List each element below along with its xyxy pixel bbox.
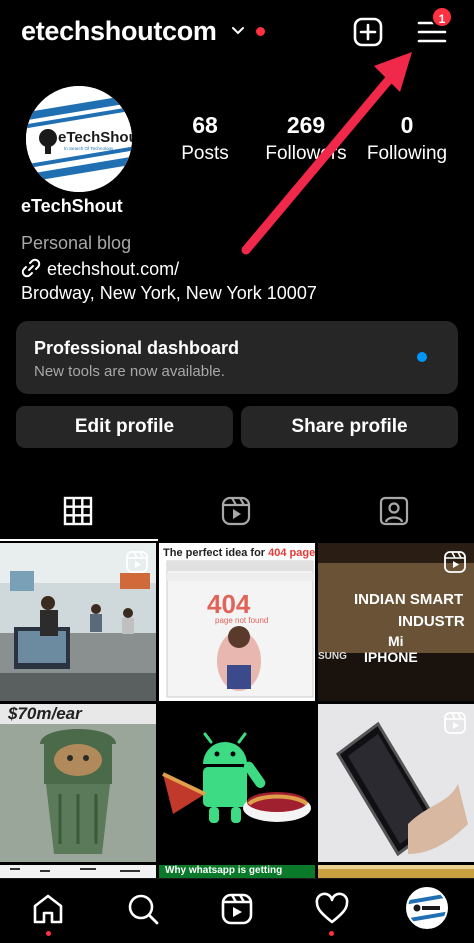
post-text-line5: SUNG (318, 651, 347, 662)
etechshout-logo: eTechShout In Search Of Technology (26, 86, 132, 192)
profile-link-text: etechshout.com/ (47, 259, 180, 279)
post-overlay-text: $70m/ear (8, 704, 82, 723)
reel-badge-icon (126, 551, 148, 573)
bottom-navigation (0, 878, 474, 943)
account-notification-dot (256, 27, 265, 36)
post-text-line2: INDUSTR (398, 613, 465, 630)
chevron-down-icon[interactable] (231, 24, 245, 38)
post-thumbnail[interactable] (0, 865, 156, 878)
post-thumbnail[interactable] (159, 704, 315, 862)
android-pie-graphic (159, 704, 315, 862)
following-count[interactable]: 0 Following (364, 112, 450, 165)
search-icon[interactable] (125, 891, 161, 927)
post-thumbnail[interactable] (0, 543, 156, 701)
post-thumbnail[interactable] (318, 704, 474, 862)
profile-display-name: eTechShout (21, 196, 123, 216)
menu-notification-badge: 1 (431, 6, 453, 28)
tagged-person-icon (379, 496, 409, 526)
svg-text:In Search Of Technology: In Search Of Technology (64, 146, 114, 151)
heart-icon[interactable] (314, 891, 350, 927)
profile-website-link[interactable]: etechshout.com/ (21, 258, 179, 280)
post-thumbnail[interactable] (318, 865, 474, 878)
content-tabs (0, 490, 474, 534)
profile-avatar[interactable]: eTechShout In Search Of Technology (26, 86, 132, 192)
reels-icon (221, 496, 251, 526)
profile-category: Personal blog (21, 233, 132, 253)
post-image (0, 865, 156, 878)
tab-reels[interactable] (158, 490, 316, 534)
dashboard-subtitle: New tools are now available. (34, 363, 225, 380)
top-bar: etechshoutcom 1 (0, 0, 474, 64)
post-overlay-text: Why whatsapp is getting (165, 865, 283, 876)
reel-badge-icon (444, 551, 466, 573)
posts-count[interactable]: 68 Posts (178, 112, 232, 165)
etechshout-logo (408, 889, 446, 927)
svg-text:eTechShout: eTechShout (58, 129, 132, 146)
post-thumbnail[interactable]: INDIAN SMART INDUSTR Mi IPHONE SUNG (318, 543, 474, 701)
post-text-line1: INDIAN SMART (354, 591, 464, 608)
profile-address: Brodway, New York, New York 10007 (21, 283, 317, 303)
active-tab-indicator (0, 539, 158, 541)
professional-dashboard-card[interactable]: Professional dashboard New tools are now… (16, 321, 458, 394)
account-username[interactable]: etechshoutcom (21, 16, 217, 47)
post-image (318, 865, 474, 878)
post-headline: The perfect idea for 404 page (163, 547, 315, 559)
post-text-line3: Mi (388, 633, 404, 649)
link-icon (21, 258, 41, 278)
home-notification-dot (46, 931, 51, 936)
activity-notification-dot (329, 931, 334, 936)
post-thumbnail[interactable]: $70m/ear (0, 704, 156, 862)
home-icon[interactable] (30, 891, 66, 927)
post-thumbnail[interactable]: Why whatsapp is getting (159, 865, 315, 878)
tab-posts-grid[interactable] (0, 490, 158, 534)
post-thumbnail[interactable]: The perfect idea for 404 page 404 page n… (159, 543, 315, 701)
profile-nav-avatar[interactable] (406, 887, 448, 929)
dashboard-title: Professional dashboard (34, 338, 240, 358)
dashboard-new-dot (417, 352, 427, 362)
post-text-line4: IPHONE (364, 649, 418, 665)
create-post-icon[interactable] (352, 16, 384, 48)
post-404-subtext: page not found (215, 616, 269, 625)
share-profile-button[interactable]: Share profile (241, 406, 458, 448)
cat-in-bin-photo (0, 704, 156, 862)
reel-badge-icon (444, 712, 466, 734)
edit-profile-button[interactable]: Edit profile (16, 406, 233, 448)
tab-tagged[interactable] (316, 490, 474, 534)
reels-nav-icon[interactable] (219, 891, 255, 927)
followers-count[interactable]: 269 Followers (262, 112, 350, 165)
grid-icon (63, 496, 93, 526)
